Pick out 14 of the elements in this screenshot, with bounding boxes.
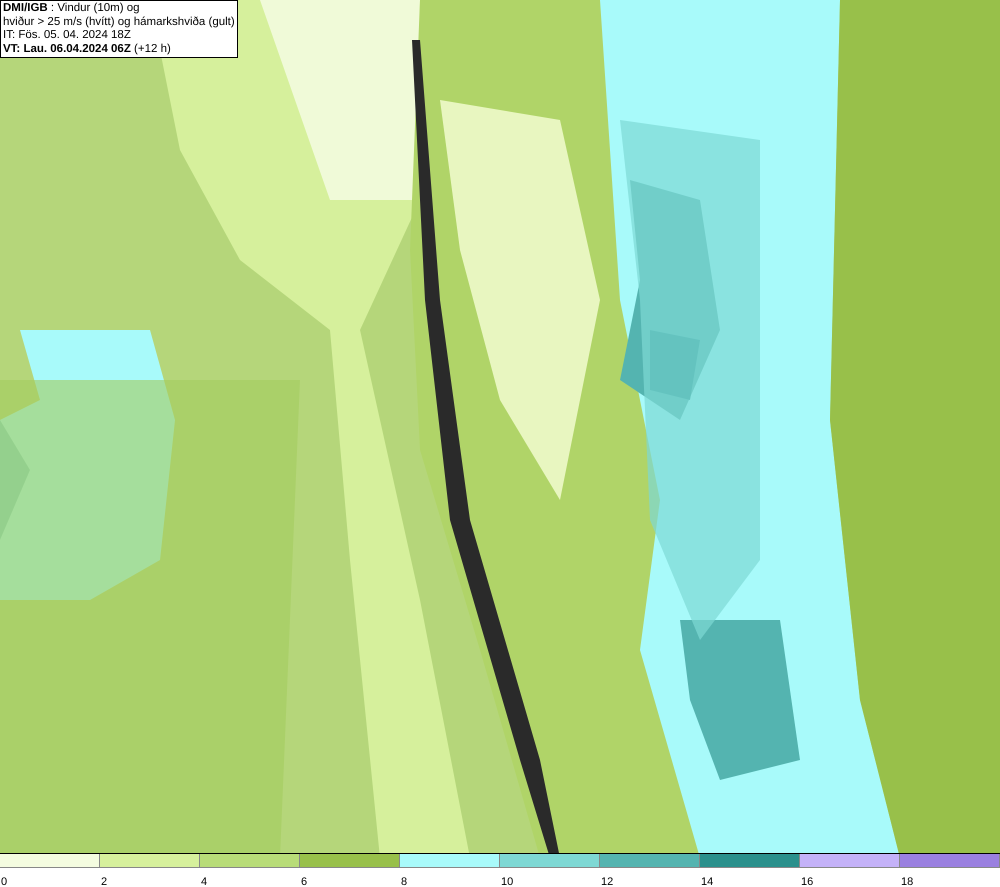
legend-tick-label: 8: [400, 876, 408, 887]
legend-tick-label: 2: [100, 876, 108, 887]
map-title-text: DMI/IGB : Vindur (10m) og: [3, 2, 141, 16]
legend-tick-label: 16: [800, 876, 814, 887]
legend-tick-label: 0: [0, 876, 8, 887]
legend-tick-label: 4: [200, 876, 208, 887]
legend-tick-label: 10: [500, 876, 514, 887]
legend-tick-label: 14: [700, 876, 714, 887]
map-title-text: VT: Lau. 06.04.2024 06Z (+12 h): [3, 42, 172, 56]
map-title-text: IT: Fös. 05. 04. 2024 18Z: [3, 29, 132, 42]
legend-tick-label: 12: [600, 876, 614, 887]
map-title-text: hviður > 25 m/s (hvítt) og hámarkshviða (gult): [3, 16, 235, 29]
legend-tick-label: 18: [900, 876, 914, 887]
legend-tick-label: 6: [300, 876, 308, 887]
